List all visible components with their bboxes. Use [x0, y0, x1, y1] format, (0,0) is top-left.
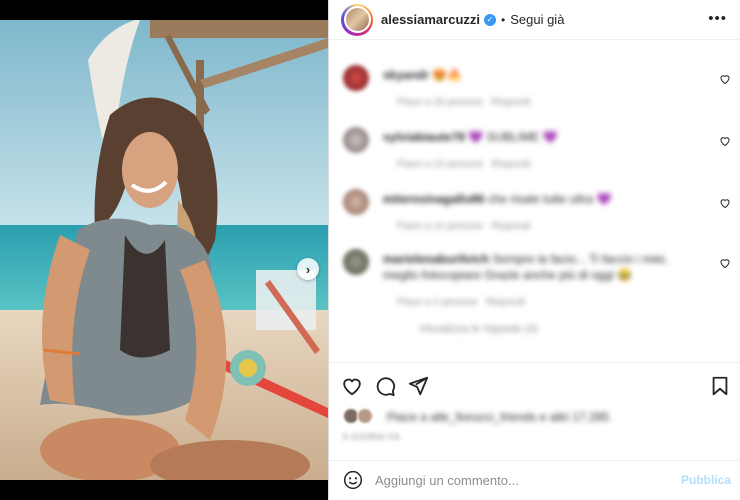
reply-button[interactable]: Rispondi [486, 297, 525, 308]
beach-photo-illustration [0, 20, 328, 480]
comment-author[interactable]: sylviabiaute78 [383, 130, 465, 144]
post-date: 5 GIORNI FA [343, 432, 401, 442]
like-comment-heart-icon[interactable] [719, 135, 731, 147]
commenter-avatar[interactable] [343, 127, 369, 153]
username-link[interactable]: alessiamarcuzzi [381, 12, 480, 27]
next-photo-button[interactable]: › [297, 258, 319, 280]
action-bar [329, 362, 740, 406]
publish-button[interactable]: Pubblica [681, 473, 731, 487]
follow-status-button[interactable]: Segui già [510, 12, 564, 27]
verified-badge-icon: ✓ [484, 13, 497, 26]
likes-summary[interactable]: Piace a alle_fiorucci_friends e altri 17… [343, 408, 723, 428]
post-header: alessiamarcuzzi ✓ • Segui già ••• [329, 0, 740, 40]
comment-icon[interactable] [374, 375, 396, 397]
comment-text: miteresinagallo86 che risate tutte ultra… [383, 191, 703, 207]
reply-button[interactable]: Rispondi [492, 221, 531, 232]
commenter-avatar[interactable] [343, 189, 369, 215]
reply-button[interactable]: Rispondi [492, 97, 531, 108]
avatar[interactable] [343, 6, 371, 33]
comment-meta: Piace a 28 persone Rispondi [397, 97, 530, 108]
bookmark-icon[interactable] [709, 375, 731, 397]
liker-avatar [357, 408, 373, 424]
comment-likes[interactable]: Piace a 10 persone [397, 159, 483, 170]
more-horizontal-icon[interactable]: ••• [708, 11, 727, 26]
share-icon[interactable] [407, 375, 429, 397]
comment-meta: Piace a 2 persone Rispondi [397, 297, 525, 308]
commenter-avatar[interactable] [343, 249, 369, 275]
comment-likes[interactable]: Piace a 14 persone [397, 221, 483, 232]
comment-text: marielenaburilvich Sempre la facio... Ti… [383, 251, 703, 283]
comment-author[interactable]: skyandr [383, 68, 429, 82]
view-replies-button[interactable]: Visualizza le risposte (4) [419, 323, 538, 335]
comment-text: sylviabiaute78 💜 SUBLIME 💜 [383, 129, 703, 145]
comment-composer: Pubblica [329, 460, 740, 500]
comment-body: 😍🔥 [432, 68, 463, 82]
comment-likes[interactable]: Piace a 28 persone [397, 97, 483, 108]
comment-text: skyandr 😍🔥 [383, 67, 703, 83]
comment-likes[interactable]: Piace a 2 persone [397, 297, 478, 308]
profile-avatar-ring[interactable] [341, 3, 373, 36]
reply-button[interactable]: Rispondi [492, 159, 531, 170]
like-comment-heart-icon[interactable] [719, 197, 731, 209]
comment-author[interactable]: miteresinagallo86 [383, 192, 484, 206]
comment-meta: Piace a 10 persone Rispondi [397, 159, 530, 170]
like-comment-heart-icon[interactable] [719, 257, 731, 269]
post-side-panel: alessiamarcuzzi ✓ • Segui già ••• skyand… [328, 0, 740, 500]
separator-dot: • [501, 12, 506, 27]
heart-icon[interactable] [341, 375, 363, 397]
liker-avatars [343, 408, 377, 426]
comments-list[interactable]: skyandr 😍🔥 Piace a 28 persone Rispondi s… [329, 41, 740, 359]
likes-count-text[interactable]: Piace a alle_fiorucci_friends e altri 17… [387, 410, 609, 424]
post-photo[interactable]: › [0, 20, 328, 480]
comment-input[interactable] [375, 469, 665, 491]
like-comment-heart-icon[interactable] [719, 73, 731, 85]
chevron-right-icon: › [305, 261, 311, 277]
comment-author[interactable]: marielenaburilvich [383, 252, 489, 266]
commenter-avatar[interactable] [343, 65, 369, 91]
comment-body: che risate tutte ultra 💜 [487, 192, 612, 206]
comment-body: 💜 SUBLIME 💜 [468, 130, 558, 144]
smiley-icon[interactable] [343, 470, 363, 490]
comment-meta: Piace a 14 persone Rispondi [397, 221, 530, 232]
